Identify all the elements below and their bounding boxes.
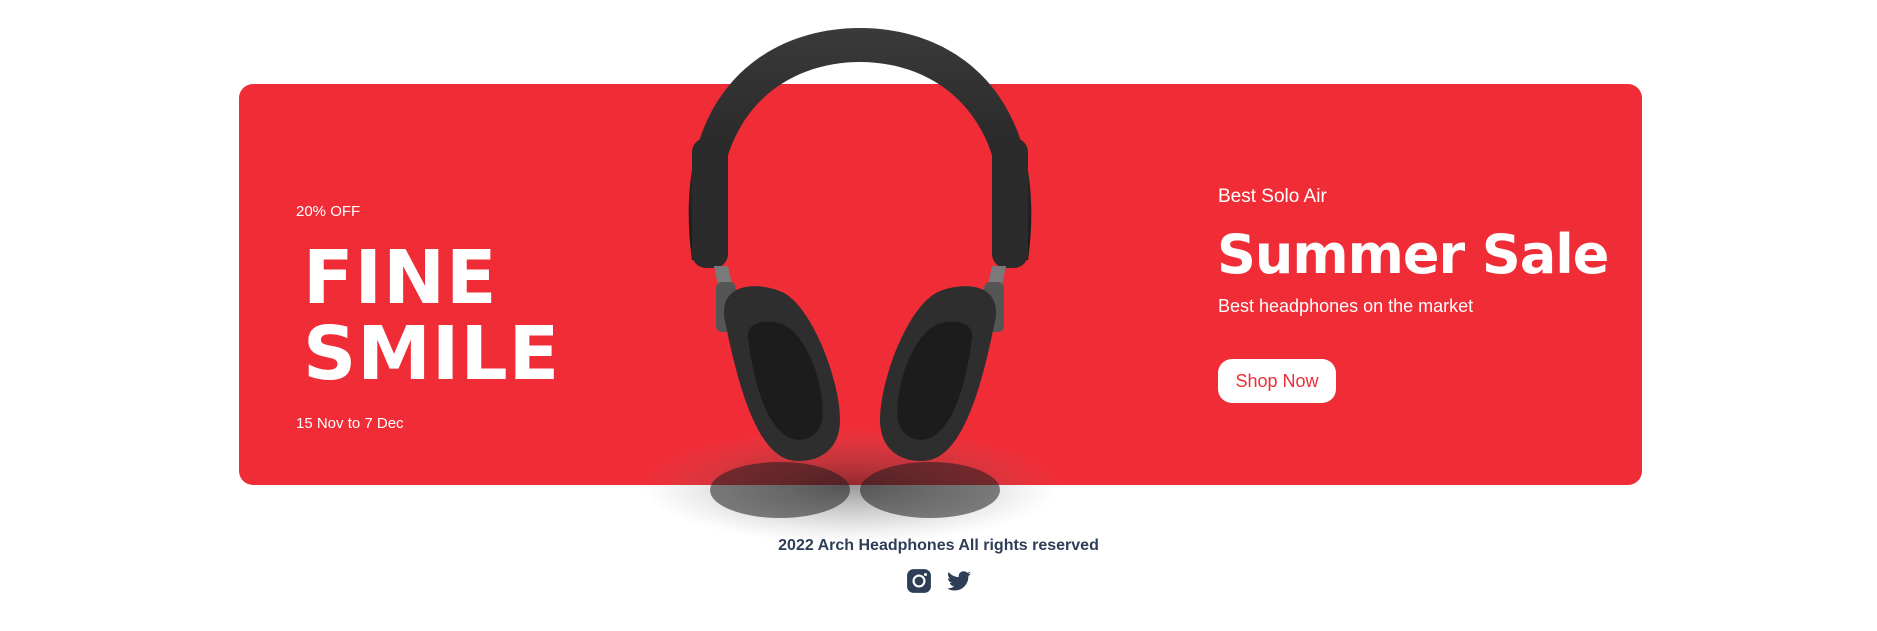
instagram-icon[interactable]	[906, 568, 932, 594]
sale-title: Summer Sale	[1217, 223, 1609, 286]
discount-label: 20% OFF	[296, 203, 361, 220]
social-links	[0, 568, 1877, 594]
copyright-text: 2022 Arch Headphones All rights reserved	[778, 537, 1099, 554]
product-name: Best Solo Air	[1218, 186, 1327, 207]
headline-line-1: FINE	[303, 235, 498, 321]
sale-dates: 15 Nov to 7 Dec	[296, 415, 404, 432]
twitter-icon[interactable]	[946, 568, 972, 594]
headline-line-2: SMILE	[303, 311, 561, 397]
headphones-image	[640, 28, 1060, 540]
sale-description: Best headphones on the market	[1218, 296, 1474, 316]
shop-now-button[interactable]: Shop Now	[1218, 359, 1336, 403]
banner-headline: FINE SMILE	[303, 240, 560, 392]
